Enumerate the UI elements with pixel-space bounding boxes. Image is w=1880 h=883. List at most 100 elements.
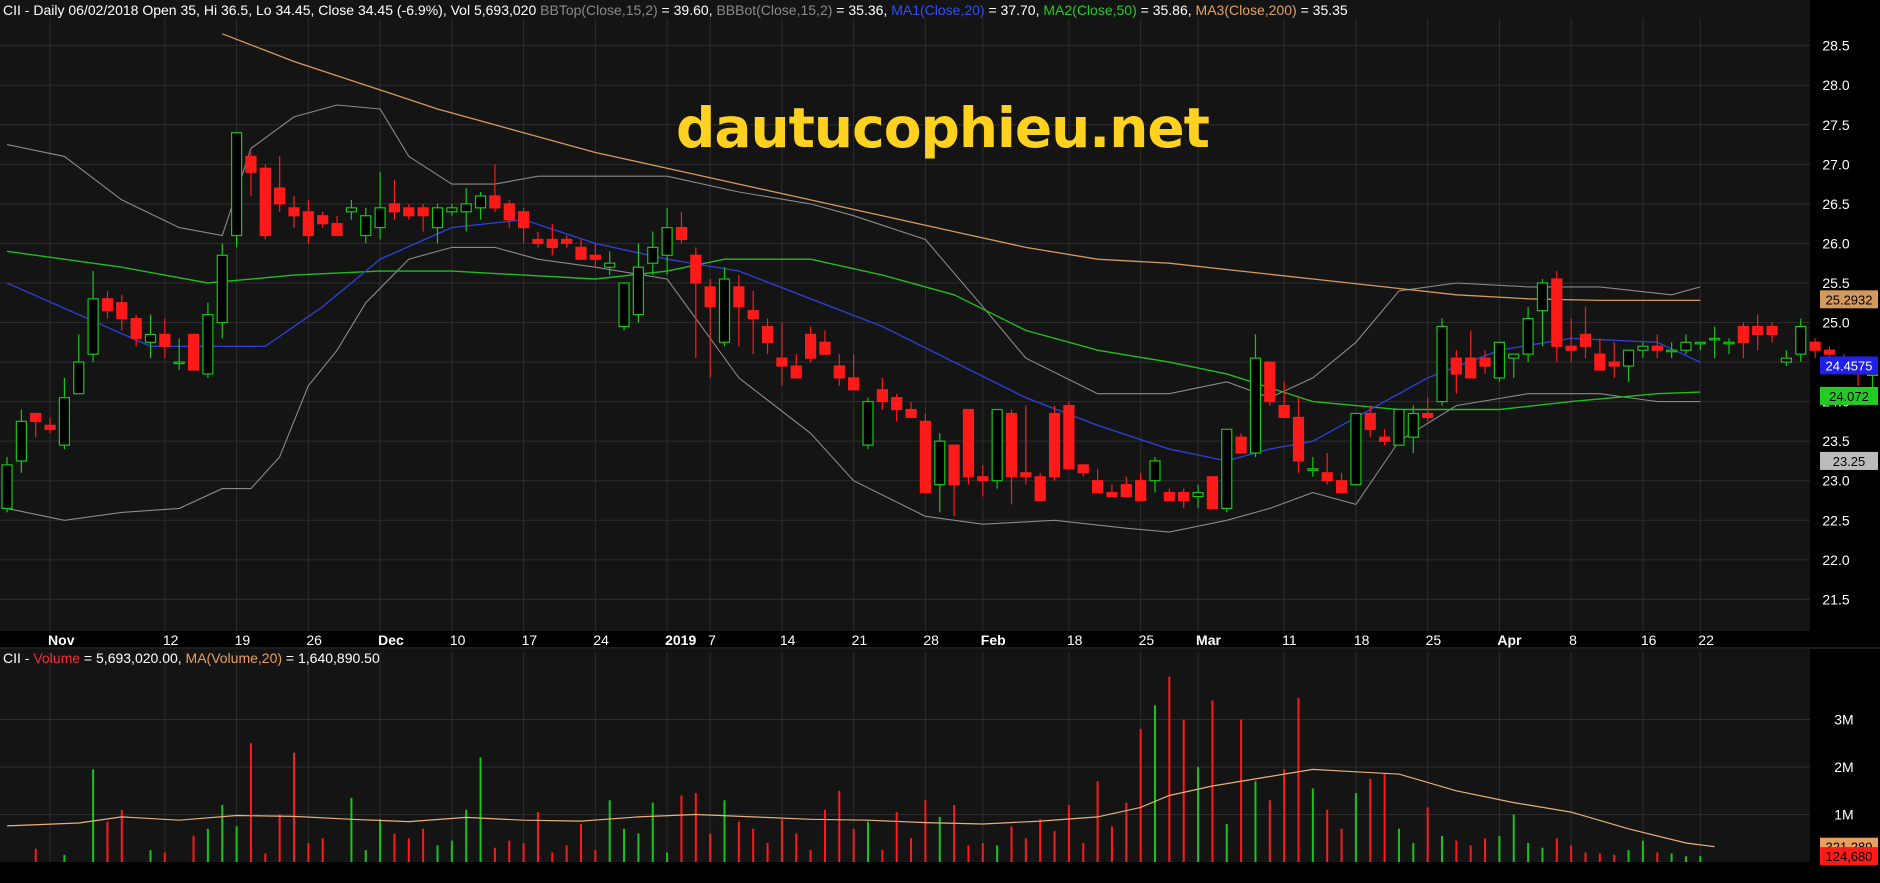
candle-body (30, 412, 42, 422)
candle-body (1149, 460, 1161, 482)
date-tick-label: 21 (852, 632, 868, 648)
candle-body (1766, 325, 1778, 335)
candle-body (1651, 345, 1663, 351)
header-lo-label: Lo (255, 2, 272, 18)
volume-tick-label: 1M (1834, 807, 1853, 823)
candle-body (1737, 325, 1749, 343)
candle-body (431, 207, 444, 229)
candle-body (116, 302, 128, 320)
volume-header-value: 5,693,020.00 (96, 650, 178, 666)
candle-body (1465, 357, 1477, 379)
candle-body (1249, 357, 1262, 454)
candle-body (761, 325, 774, 343)
candle-body (1292, 416, 1305, 462)
candle-body (776, 357, 788, 367)
candle-body (87, 298, 99, 355)
candle-body (1206, 476, 1219, 510)
candle-body (216, 254, 228, 324)
date-tick-label: 28 (923, 632, 939, 648)
candle-body (891, 397, 903, 411)
watermark-text: dautucophieu.net (676, 96, 1210, 160)
date-tick-label: 10 (450, 632, 466, 648)
header-open: 35 (180, 2, 197, 18)
volume-tick-label: 3M (1834, 712, 1853, 728)
header-hi-label: Hi (203, 2, 218, 18)
header-close: 34.45 (357, 2, 394, 18)
candle-body (130, 317, 142, 339)
candle-body (1393, 408, 1405, 446)
candle-body (862, 401, 874, 446)
candle-body (1723, 341, 1735, 345)
price-tag-label: 24.4575 (1826, 358, 1873, 373)
header-bbtop-label: BBTop(Close,15,2) (540, 2, 658, 18)
header-vol-label: Vol (450, 2, 471, 18)
candle-body (417, 207, 429, 217)
candle-body (474, 195, 487, 209)
date-tick-label: 7 (708, 632, 716, 648)
header-ma1: 37.70 (1000, 2, 1036, 18)
candle-body (1809, 341, 1821, 351)
candle-body (1235, 436, 1247, 454)
candle-body (187, 333, 200, 371)
date-tick-label: 17 (522, 632, 538, 648)
candle-body (991, 408, 1003, 482)
candle-body (1508, 353, 1520, 359)
price-tick-label: 25.5 (1822, 275, 1849, 291)
candle-body (1034, 476, 1046, 502)
candle-body (388, 203, 401, 213)
candle-body (1192, 491, 1204, 498)
candle-body (159, 333, 171, 347)
candle-body (948, 444, 960, 486)
header-ma1-label: MA1(Close,20) (891, 2, 985, 18)
chart-window: 21.522.022.523.023.524.024.525.025.526.0… (0, 0, 1880, 878)
candle-body (1221, 428, 1233, 509)
candle-body (1694, 341, 1706, 345)
date-tick-label: 24 (593, 632, 609, 648)
date-tick-label: 2019 (665, 632, 696, 648)
candle-body (1378, 436, 1391, 442)
candle-body (1665, 349, 1678, 353)
candle-body (604, 262, 616, 268)
header-lo: 34.45 (275, 2, 311, 18)
header-date: 06/02/2018 (68, 2, 139, 18)
candle-body (1048, 412, 1061, 478)
date-tick-label: Dec (378, 632, 404, 648)
candle-body (1450, 357, 1462, 375)
candle-body (661, 227, 673, 256)
candle-body (460, 203, 472, 213)
date-tick-label: Feb (981, 632, 1006, 648)
candle-body (1493, 341, 1506, 379)
candle-body (101, 298, 114, 312)
candle-body (1364, 412, 1376, 430)
date-tick-label: 25 (1426, 632, 1442, 648)
candle-body (1522, 317, 1534, 355)
price-tick-label: 27.0 (1822, 156, 1849, 172)
candle-body (589, 254, 601, 260)
volume-tag-label: 124,680 (1826, 849, 1873, 864)
date-tick-label: 8 (1569, 632, 1577, 648)
candle-body (647, 246, 659, 264)
candle-body (1020, 472, 1032, 478)
date-tick-label: 12 (163, 632, 179, 648)
candle-body (876, 389, 888, 403)
header-bbbot: 35.36 (848, 2, 884, 18)
candle-body (934, 440, 946, 486)
candle-body (274, 187, 286, 205)
candle-body (1264, 361, 1276, 403)
price-tick-label: 23.5 (1822, 433, 1849, 449)
candle-body (302, 211, 314, 237)
candle-body (733, 286, 745, 308)
date-tick-label: 11 (1282, 632, 1297, 648)
price-tick-label: 28.0 (1822, 77, 1849, 93)
candle-body (1594, 353, 1606, 371)
candle-body (1637, 345, 1649, 351)
candle-body (718, 278, 731, 343)
price-tag-label: 23.25 (1833, 454, 1866, 469)
candle-body (1795, 325, 1807, 355)
candle-body (819, 341, 831, 355)
header-period: Daily (33, 2, 65, 18)
candle-body (1436, 325, 1448, 403)
candle-body (1709, 337, 1721, 341)
candle-body (962, 408, 975, 478)
price-tick-label: 22.5 (1822, 512, 1849, 528)
